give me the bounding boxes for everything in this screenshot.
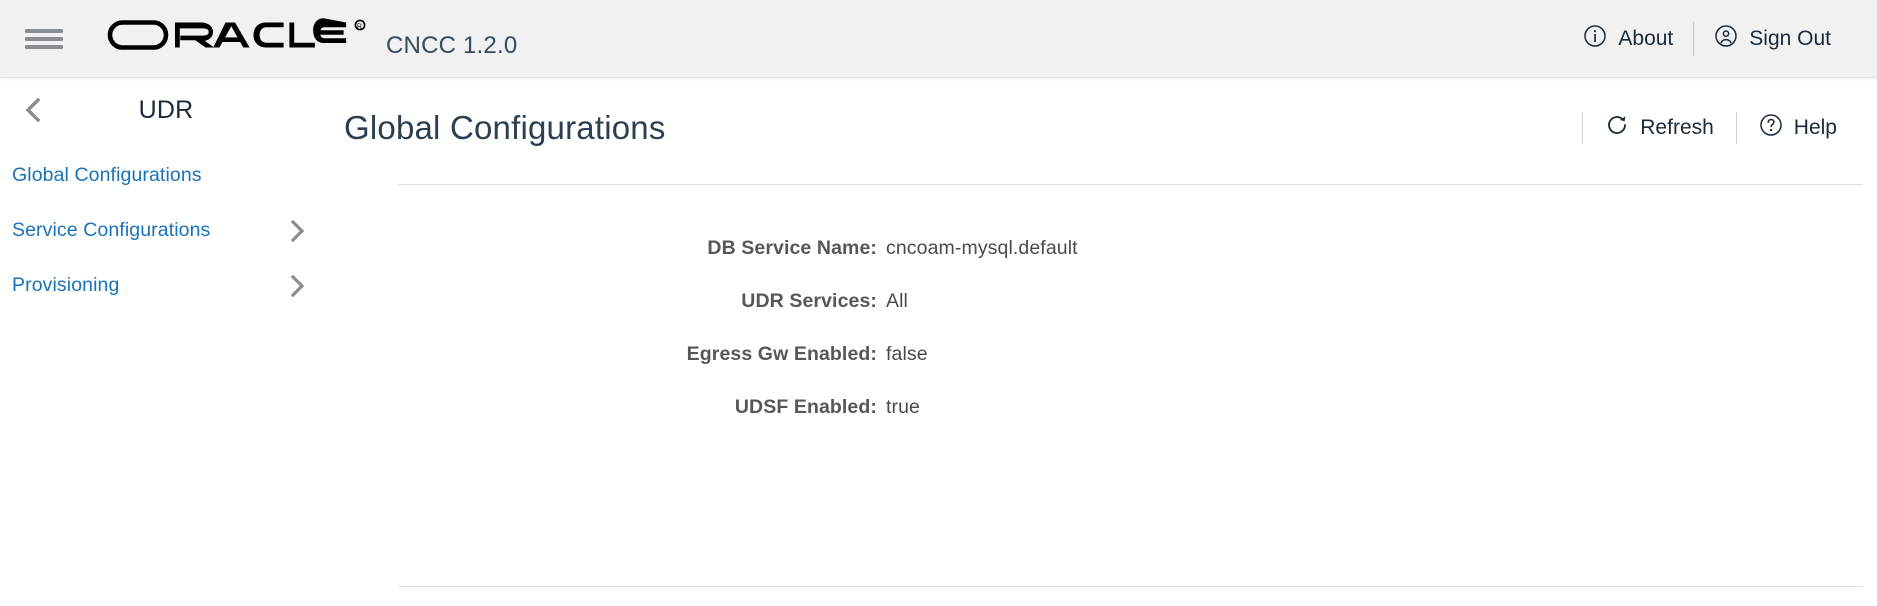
udsf-enabled-label: UDSF Enabled: bbox=[734, 396, 877, 418]
db-service-name-label: DB Service Name: bbox=[707, 237, 877, 259]
top-bar-actions: About Sign Out bbox=[1563, 0, 1851, 77]
sidebar: UDR Global Configurations Service Config… bbox=[0, 78, 330, 606]
user-circle-icon bbox=[1714, 24, 1738, 54]
egress-gw-enabled-label: Egress Gw Enabled: bbox=[686, 343, 877, 365]
refresh-label: Refresh bbox=[1640, 116, 1714, 139]
product-version: CNCC 1.2.0 bbox=[386, 32, 518, 59]
udsf-enabled-value: true bbox=[886, 396, 921, 418]
sidebar-header: UDR bbox=[0, 84, 330, 136]
detail-row: UDR Services: All bbox=[330, 290, 1877, 343]
refresh-icon bbox=[1605, 113, 1629, 143]
sidebar-nav: Global Configurations Service Configurat… bbox=[0, 148, 330, 313]
sidebar-item-provisioning[interactable]: Provisioning bbox=[0, 258, 330, 313]
page-actions: Refresh Help bbox=[1582, 107, 1859, 149]
sidebar-item-service-configurations[interactable]: Service Configurations bbox=[0, 203, 330, 258]
hamburger-bar-3 bbox=[25, 44, 63, 49]
global-configurations-details: DB Service Name: cncoam-mysql.default UD… bbox=[330, 185, 1877, 449]
main-content: Global Configurations Refresh Help DB Se… bbox=[330, 78, 1877, 606]
oracle-logo: R bbox=[107, 17, 375, 53]
hamburger-bar-2 bbox=[25, 36, 63, 41]
hamburger-icon[interactable] bbox=[25, 25, 63, 53]
page-header: Global Configurations Refresh Help bbox=[330, 78, 1877, 178]
detail-row: Egress Gw Enabled: false bbox=[330, 343, 1877, 396]
egress-gw-enabled-value: false bbox=[886, 343, 928, 365]
help-circle-icon bbox=[1759, 113, 1783, 143]
chevron-right-icon bbox=[286, 219, 308, 242]
top-bar: R CNCC 1.2.0 About Sign Out bbox=[0, 0, 1877, 78]
about-button[interactable]: About bbox=[1563, 17, 1693, 61]
sidebar-item-label: Provisioning bbox=[12, 274, 120, 296]
sidebar-item-label: Global Configurations bbox=[12, 164, 202, 186]
brand[interactable]: R CNCC 1.2.0 bbox=[107, 17, 517, 60]
sidebar-title: UDR bbox=[138, 95, 194, 124]
footer-divider bbox=[398, 586, 1863, 587]
udr-services-value: All bbox=[886, 290, 908, 312]
refresh-button[interactable]: Refresh bbox=[1583, 107, 1736, 149]
chevron-left-icon[interactable] bbox=[18, 95, 48, 125]
udr-services-label: UDR Services: bbox=[741, 290, 877, 312]
detail-row: DB Service Name: cncoam-mysql.default bbox=[330, 237, 1877, 290]
sign-out-label: Sign Out bbox=[1749, 26, 1831, 50]
sidebar-item-label: Service Configurations bbox=[12, 219, 211, 241]
sign-out-button[interactable]: Sign Out bbox=[1694, 17, 1851, 61]
svg-text:R: R bbox=[357, 24, 363, 31]
hamburger-bar-1 bbox=[25, 28, 63, 33]
info-circle-icon bbox=[1583, 24, 1607, 54]
page-title: Global Configurations bbox=[344, 109, 666, 146]
chevron-right-icon bbox=[286, 274, 308, 297]
about-label: About bbox=[1618, 26, 1674, 50]
db-service-name-value: cncoam-mysql.default bbox=[886, 237, 1078, 259]
help-button[interactable]: Help bbox=[1737, 107, 1859, 149]
detail-row: UDSF Enabled: true bbox=[330, 396, 1877, 449]
sidebar-item-global-configurations[interactable]: Global Configurations bbox=[0, 148, 330, 203]
help-label: Help bbox=[1793, 116, 1837, 139]
